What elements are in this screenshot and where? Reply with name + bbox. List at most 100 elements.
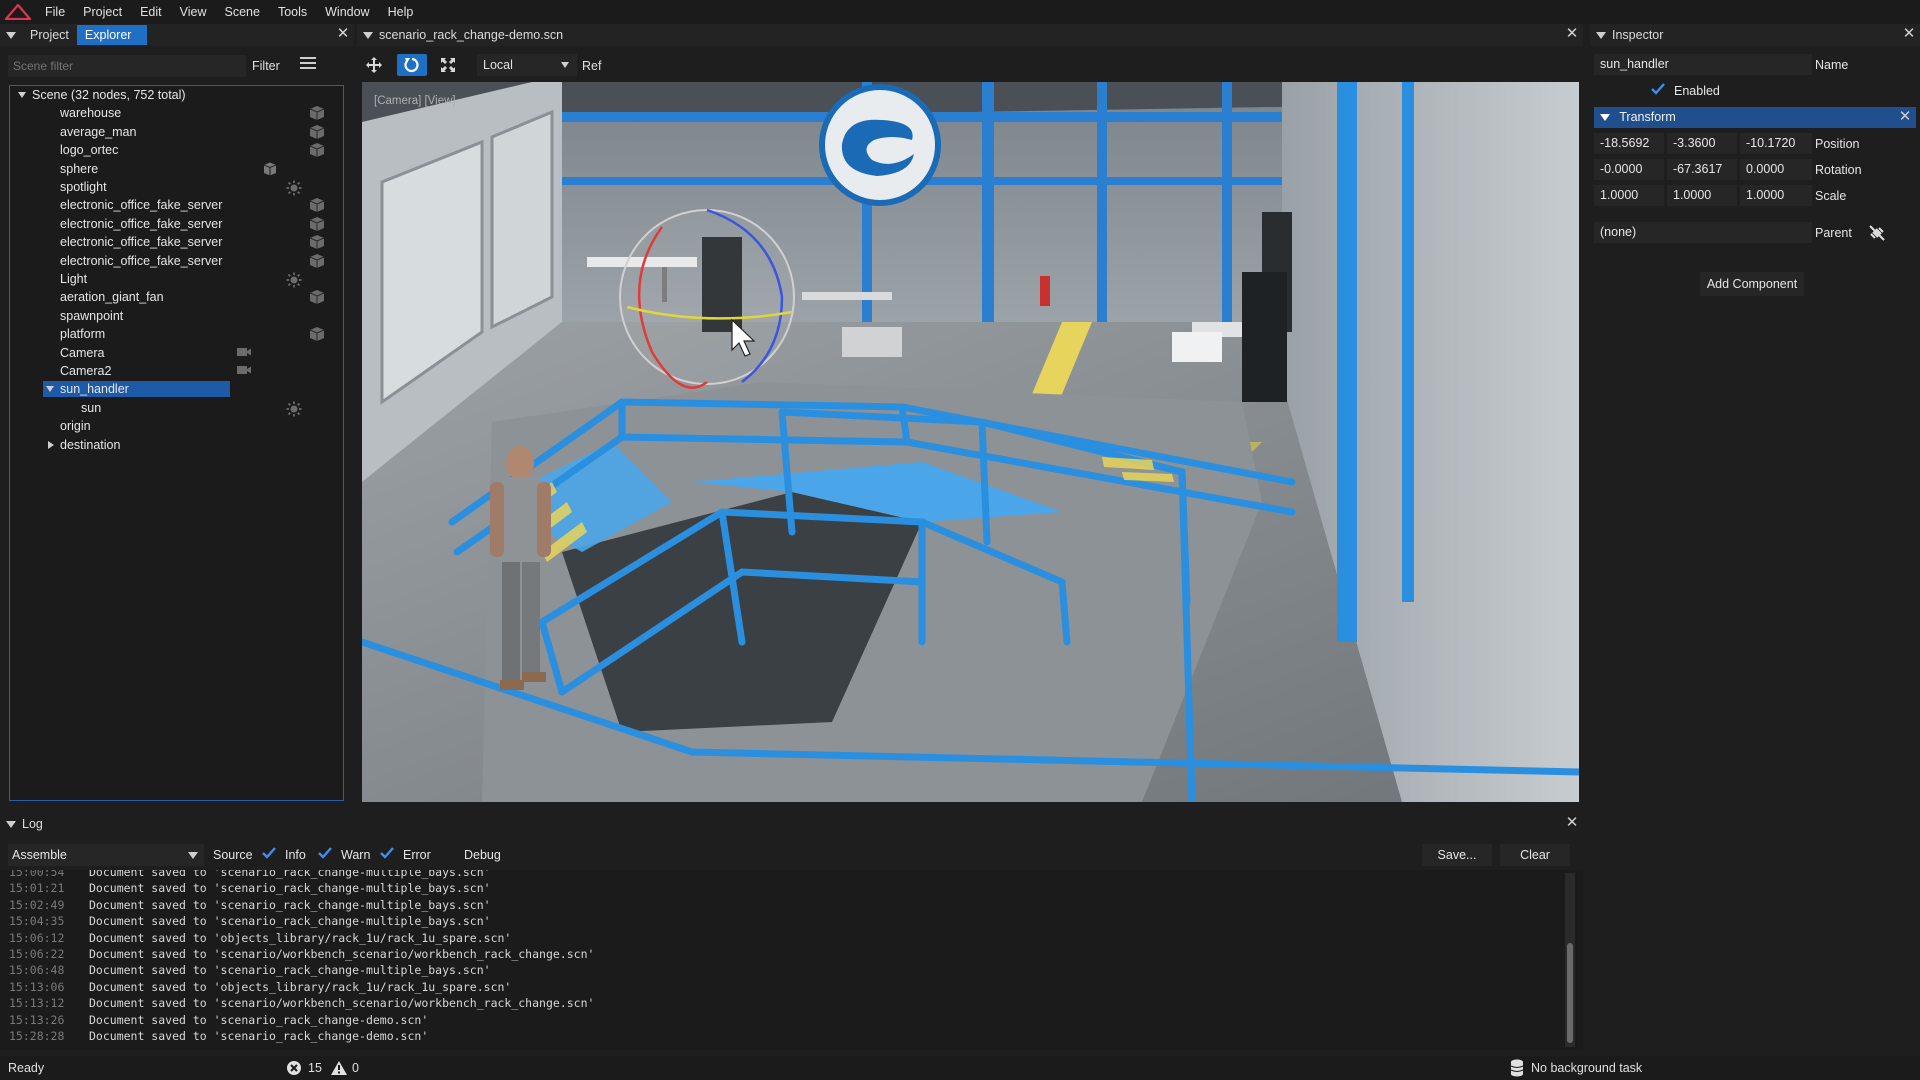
name-field[interactable]: sun_handler	[1594, 54, 1812, 75]
tree-item[interactable]: electronic_office_fake_server	[10, 216, 343, 233]
warn-filter-label[interactable]: Warn	[341, 848, 370, 862]
tree-item[interactable]: Light	[10, 271, 343, 288]
tree-item[interactable]: electronic_office_fake_server	[10, 253, 343, 270]
log-entry: 15:06:22 Document saved to 'scenario/work…	[9, 946, 594, 962]
log-message: Document saved to 'scenario_rack_change-…	[89, 963, 491, 978]
tab-project[interactable]: Project	[22, 25, 77, 45]
tree-item[interactable]: logo_ortec	[10, 142, 343, 159]
tree-item[interactable]: warehouse	[10, 105, 343, 122]
position-y-field[interactable]: -3.3600	[1667, 133, 1737, 154]
info-checkbox[interactable]	[261, 845, 277, 861]
log-timestamp: 15:13:06	[9, 979, 65, 994]
log-timestamp: 15:06:48	[9, 963, 65, 978]
debug-filter-label[interactable]: Debug	[464, 848, 501, 862]
menu-window[interactable]: Window	[316, 0, 378, 24]
collapse-panel-icon[interactable]	[363, 31, 373, 39]
tree-item[interactable]: Camera2	[10, 363, 343, 380]
position-z-field[interactable]: -10.1720	[1740, 133, 1812, 154]
unlink-parent-icon[interactable]	[1868, 224, 1886, 242]
camera-icon	[236, 346, 252, 360]
move-tool-button[interactable]	[359, 54, 389, 76]
scale-x-field[interactable]: 1.0000	[1594, 185, 1664, 206]
close-icon[interactable]: ✕	[1902, 26, 1916, 41]
rotation-x-field[interactable]: -0.0000	[1594, 159, 1664, 180]
rotation-y-field[interactable]: -67.3617	[1667, 159, 1737, 180]
save-log-button[interactable]: Save...	[1422, 844, 1492, 866]
remove-component-icon[interactable]: ✕	[1898, 109, 1912, 124]
scrollbar-thumb[interactable]	[1567, 943, 1573, 1043]
scene-tree[interactable]: Scene (32 nodes, 752 total) warehouse aver…	[9, 85, 344, 801]
position-x-field[interactable]: -18.5692	[1594, 133, 1664, 154]
scale-tool-button[interactable]	[433, 54, 463, 76]
tree-item[interactable]: spawnpoint	[10, 308, 343, 325]
tree-item[interactable]: Scene (32 nodes, 752 total)	[10, 87, 343, 104]
model-icon	[309, 143, 325, 158]
tree-item[interactable]: electronic_office_fake_server	[10, 234, 343, 251]
tab-explorer[interactable]: Explorer	[76, 25, 147, 45]
error-count-icon[interactable]	[286, 1060, 302, 1076]
expand-arrow-icon[interactable]	[18, 92, 26, 98]
menu-tools[interactable]: Tools	[269, 0, 316, 24]
expand-arrow-icon[interactable]	[46, 386, 54, 393]
warning-count-icon[interactable]	[330, 1060, 348, 1076]
parent-field[interactable]: (none)	[1594, 222, 1812, 243]
log-output[interactable]: 15:00:54 Document saved to 'scenario_rack…	[0, 870, 1583, 1050]
menu-edit[interactable]: Edit	[131, 0, 171, 24]
collapse-panel-icon[interactable]	[1596, 31, 1606, 39]
tree-item[interactable]: sun	[10, 400, 343, 417]
tree-item[interactable]: sun_handler	[10, 381, 343, 398]
collapse-arrow-icon[interactable]	[48, 440, 54, 449]
log-message: Document saved to 'scenario_rack_change-…	[89, 897, 491, 912]
log-scrollbar[interactable]	[1565, 873, 1575, 1047]
tree-item[interactable]: average_man	[10, 124, 343, 141]
close-icon[interactable]: ✕	[1565, 26, 1579, 41]
rotate-tool-button[interactable]	[397, 54, 427, 76]
document-tab[interactable]: scenario_rack_change-demo.scn	[379, 28, 563, 42]
tree-item[interactable]: origin	[10, 418, 343, 435]
tree-item[interactable]: sphere	[10, 161, 343, 178]
filter-options-icon[interactable]	[300, 57, 316, 71]
tree-item[interactable]: aeration_giant_fan	[10, 289, 343, 306]
info-filter-label[interactable]: Info	[285, 848, 306, 862]
menu-bar: File Project Edit View Scene Tools Windo…	[0, 0, 1920, 24]
log-entry: 15:06:12 Document saved to 'objects_libra…	[9, 930, 511, 946]
transform-space-select[interactable]: Local	[477, 54, 577, 76]
error-filter-label[interactable]: Error	[403, 848, 431, 862]
log-message: Document saved to 'scenario_rack_change-…	[89, 914, 491, 929]
inspector-header: Inspector ✕	[1590, 24, 1920, 46]
scale-y-field[interactable]: 1.0000	[1667, 185, 1737, 206]
scale-z-field[interactable]: 1.0000	[1740, 185, 1812, 206]
menu-view[interactable]: View	[171, 0, 216, 24]
tree-item[interactable]: Camera	[10, 345, 343, 362]
tree-item-label: origin	[60, 419, 91, 434]
tree-item[interactable]: platform	[10, 326, 343, 343]
menu-file[interactable]: File	[36, 0, 74, 24]
scene-filter-input[interactable]	[8, 55, 246, 77]
tree-item[interactable]: electronic_office_fake_server	[10, 197, 343, 214]
menu-project[interactable]: Project	[74, 0, 131, 24]
warn-checkbox[interactable]	[317, 845, 333, 861]
menu-scene[interactable]: Scene	[215, 0, 268, 24]
clear-log-button[interactable]: Clear	[1500, 844, 1570, 866]
camera-icon	[236, 364, 252, 378]
tree-item[interactable]: spotlight	[10, 179, 343, 196]
log-message: Document saved to 'scenario_rack_change-…	[89, 870, 491, 879]
transform-section-header[interactable]: Transform ✕	[1594, 107, 1916, 128]
ref-label[interactable]: Ref	[582, 59, 601, 73]
collapse-panel-icon[interactable]	[6, 31, 16, 39]
scene-viewport[interactable]: [Camera] [View]	[362, 82, 1579, 802]
close-icon[interactable]: ✕	[336, 26, 350, 41]
error-checkbox[interactable]	[379, 845, 395, 861]
tree-item-label: Camera2	[60, 364, 112, 378]
collapse-panel-icon[interactable]	[6, 820, 16, 828]
collapse-section-icon[interactable]	[1600, 114, 1610, 121]
add-component-button[interactable]: Add Component	[1700, 272, 1804, 296]
log-source-select[interactable]: Assemble	[8, 844, 204, 866]
log-entry: 15:01:21 Document saved to 'scenario_rack…	[9, 880, 491, 896]
enabled-checkbox[interactable]	[1650, 81, 1666, 97]
tree-item[interactable]: destination	[10, 437, 343, 454]
database-icon	[1510, 1059, 1524, 1077]
menu-help[interactable]: Help	[379, 0, 423, 24]
close-icon[interactable]: ✕	[1565, 815, 1579, 830]
rotation-z-field[interactable]: 0.0000	[1740, 159, 1812, 180]
